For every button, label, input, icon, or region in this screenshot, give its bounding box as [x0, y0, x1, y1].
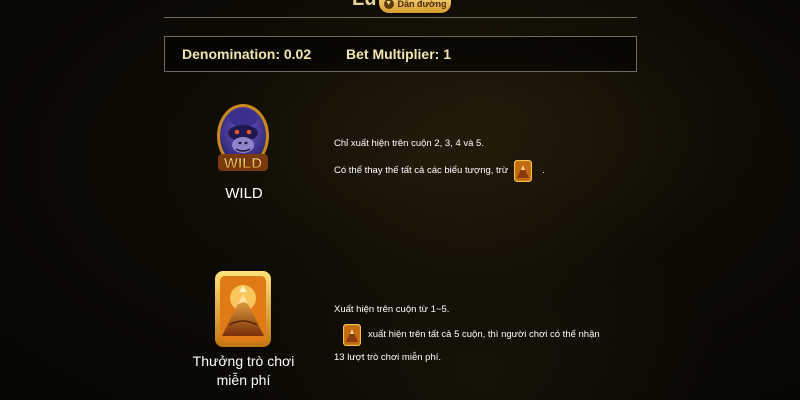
mountain-scatter-icon: [343, 324, 361, 346]
free-desc-line2: xuất hiện trên tất cả 5 cuộn, thì người …: [334, 324, 644, 346]
free-desc-line1: Xuất hiện trên cuộn từ 1~5.: [334, 304, 450, 315]
guide-button-label: Dẫn đường: [397, 0, 447, 9]
page-title: Lu: [352, 0, 376, 11]
gorilla-wild-icon: WILD: [217, 104, 269, 172]
free-game-description: Xuất hiện trên cuộn từ 1~5. xuất hiện tr…: [334, 303, 644, 365]
free-desc-line2-text: xuất hiện trên tất cả 5 cuộn, thì người …: [368, 329, 600, 340]
free-desc-line3: 13 lượt trò chơi miễn phí.: [334, 352, 442, 363]
symbol-name-free-game: Thưởng trò chơi miễn phí: [192, 353, 295, 388]
bet-info-panel: Denomination: 0.02 Bet Multiplier: 1: [164, 36, 637, 72]
header-divider: [164, 17, 637, 18]
guide-button[interactable]: ▼ Dẫn đường: [379, 0, 451, 13]
denomination-text: Denomination: 0.02: [182, 46, 312, 62]
symbol-name-wild: WILD: [225, 185, 263, 202]
wild-desc-line2-end: .: [542, 165, 545, 176]
wild-desc-line2: Có thể thay thế tất cả các biểu tượng, t…: [334, 160, 634, 182]
chevron-down-icon: ▼: [383, 0, 394, 9]
mountain-scatter-icon: [215, 271, 271, 347]
wild-desc-line2-text: Có thể thay thế tất cả các biểu tượng, t…: [334, 165, 509, 176]
mountain-scatter-icon: [514, 160, 533, 182]
svg-text:WILD: WILD: [224, 155, 262, 172]
bet-multiplier-text: Bet Multiplier: 1: [346, 46, 452, 62]
wild-description: Chỉ xuất hiện trên cuộn 2, 3, 4 và 5. Có…: [334, 137, 634, 182]
wild-desc-line1: Chỉ xuất hiện trên cuộn 2, 3, 4 và 5.: [334, 138, 484, 149]
